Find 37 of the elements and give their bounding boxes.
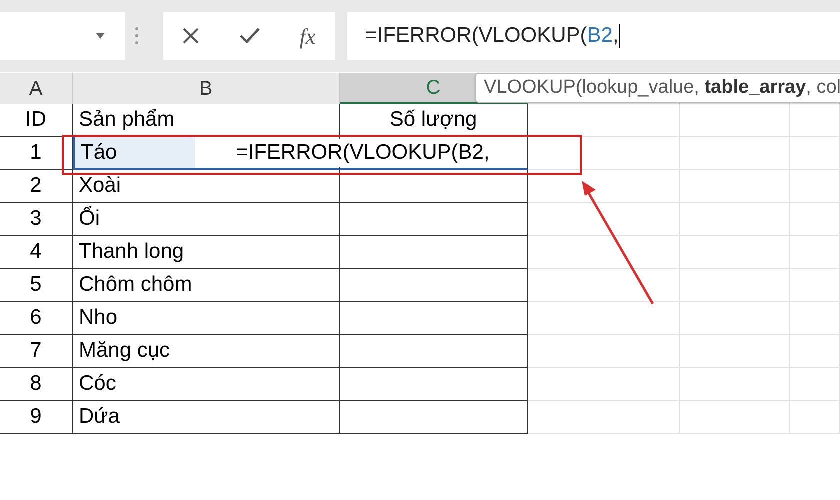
empty-cell xyxy=(790,368,840,401)
table-cell: Măng cục xyxy=(73,335,340,368)
formula-input[interactable]: =IFERROR(VLOOKUP(B2, xyxy=(347,12,840,60)
close-icon[interactable] xyxy=(182,27,200,45)
checkmark-icon[interactable] xyxy=(239,27,262,45)
dropdown-caret-icon[interactable] xyxy=(96,33,105,39)
table-cell: Xoài xyxy=(73,170,340,203)
table-cell: ID xyxy=(0,104,73,137)
table-cell: 6 xyxy=(0,302,73,335)
table-cell: 8 xyxy=(0,368,73,401)
table-cell: 4 xyxy=(0,236,73,269)
table-cell: 7 xyxy=(0,335,73,368)
table-cell: Ổi xyxy=(73,203,340,236)
table-cell: 3 xyxy=(0,203,73,236)
tooltip: VLOOKUP(lookup_value, table_array, col xyxy=(475,73,840,103)
empty-cell xyxy=(790,401,840,434)
table-cell: Chôm chôm xyxy=(73,269,340,302)
column-header[interactable]: A xyxy=(0,73,73,104)
table-cell: Dứa xyxy=(73,401,340,434)
table-cell: 2 xyxy=(0,170,73,203)
empty-cell xyxy=(790,104,840,137)
cell-formula-text[interactable]: =IFERROR(VLOOKUP(B2, xyxy=(236,139,490,167)
table-cell: Cóc xyxy=(73,368,340,401)
grip-icon xyxy=(135,27,139,45)
table-cell: Nho xyxy=(73,302,340,335)
table-cell: 5 xyxy=(0,269,73,302)
table-cell: Thanh long xyxy=(73,236,340,269)
empty-cell xyxy=(790,137,840,170)
empty-cell xyxy=(790,203,840,236)
table-cell: Số lượng xyxy=(340,104,528,137)
table-cell: 9 xyxy=(0,401,73,434)
empty-cell xyxy=(790,236,840,269)
function-button[interactable]: fx xyxy=(300,20,316,52)
empty-cell xyxy=(790,335,840,368)
empty-cell xyxy=(790,269,840,302)
empty-cell xyxy=(790,302,840,335)
empty-cell xyxy=(790,170,840,203)
